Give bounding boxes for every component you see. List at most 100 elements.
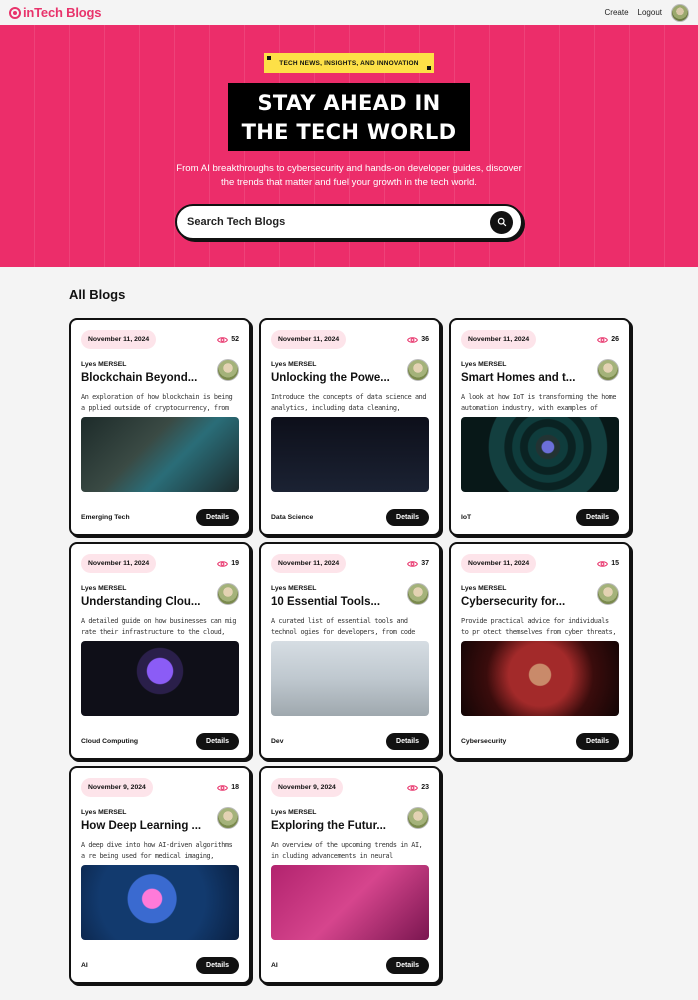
post-image — [81, 641, 239, 716]
brand-logo[interactable]: inTech Blogs — [9, 5, 101, 20]
post-title[interactable]: How Deep Learning ... — [81, 820, 209, 832]
post-title[interactable]: Cybersecurity for... — [461, 596, 589, 608]
date-badge: November 9, 2024 — [271, 778, 343, 797]
hero-title: STAY AHEAD IN THE TECH WORLD — [228, 83, 470, 151]
eye-icon — [217, 560, 229, 567]
section-title: All Blogs — [69, 287, 126, 302]
user-avatar[interactable] — [671, 3, 689, 22]
author-name: Lyes MERSEL — [81, 585, 127, 592]
post-excerpt: Introduce the concepts of data science a… — [271, 393, 427, 412]
view-count-value: 37 — [421, 560, 429, 567]
author-avatar — [597, 359, 619, 381]
post-excerpt: A deep dive into how AI-driven algorithm… — [81, 841, 233, 860]
post-title[interactable]: Smart Homes and t... — [461, 372, 589, 384]
post-title[interactable]: Unlocking the Powe... — [271, 372, 399, 384]
search-input[interactable] — [187, 216, 467, 228]
blog-card: November 11, 2024 36 Lyes MERSEL Unlocki… — [259, 318, 441, 536]
view-count-value: 19 — [231, 560, 239, 567]
date-badge: November 11, 2024 — [81, 330, 157, 349]
hero-description: From AI breakthroughs to cybersecurity a… — [176, 163, 522, 188]
author-avatar — [217, 359, 239, 381]
search-icon — [497, 217, 506, 227]
author-name: Lyes MERSEL — [461, 361, 507, 368]
details-button[interactable]: Details — [386, 957, 429, 974]
view-count-value: 18 — [231, 784, 239, 791]
brand-name: inTech Blogs — [23, 5, 102, 20]
create-link[interactable]: Create — [605, 8, 629, 17]
details-button[interactable]: Details — [386, 733, 429, 750]
eye-icon — [217, 784, 229, 791]
author-name: Lyes MERSEL — [81, 361, 127, 368]
post-excerpt: A curated list of essential tools and te… — [271, 617, 415, 636]
category-label: Dev — [271, 738, 284, 745]
eye-icon — [407, 784, 419, 791]
post-excerpt: A look at how IoT is transforming the ho… — [461, 393, 617, 412]
view-count: 37 — [407, 560, 429, 568]
author-avatar — [407, 359, 429, 381]
date-badge: November 11, 2024 — [271, 554, 347, 573]
blog-card: November 9, 2024 18 Lyes MERSEL How Deep… — [69, 766, 251, 984]
blog-card: November 11, 2024 26 Lyes MERSEL Smart H… — [449, 318, 631, 536]
category-label: Data Science — [271, 514, 314, 521]
author-name: Lyes MERSEL — [461, 585, 507, 592]
category-label: Emerging Tech — [81, 514, 130, 521]
search-button[interactable] — [490, 210, 513, 234]
post-excerpt: A detailed guide on how businesses can m… — [81, 617, 237, 636]
view-count-value: 26 — [611, 336, 619, 343]
eye-icon — [597, 336, 609, 343]
logout-link[interactable]: Logout — [638, 8, 662, 17]
author-avatar — [597, 583, 619, 605]
details-button[interactable]: Details — [386, 509, 429, 526]
hero-tag: TECH NEWS, INSIGHTS, AND INNOVATION — [264, 53, 434, 73]
details-button[interactable]: Details — [576, 509, 619, 526]
post-title[interactable]: Blockchain Beyond... — [81, 372, 209, 384]
eye-icon — [407, 336, 419, 343]
author-name: Lyes MERSEL — [271, 361, 317, 368]
post-title[interactable]: 10 Essential Tools... — [271, 596, 399, 608]
post-title[interactable]: Understanding Clou... — [81, 596, 209, 608]
hero-title-line-1: STAY AHEAD IN — [257, 91, 441, 115]
post-image — [461, 417, 619, 492]
details-button[interactable]: Details — [196, 957, 239, 974]
blog-card: November 9, 2024 23 Lyes MERSEL Explorin… — [259, 766, 441, 984]
author-avatar — [407, 583, 429, 605]
hero-title-line-2: THE TECH WORLD — [241, 120, 457, 144]
author-name: Lyes MERSEL — [271, 585, 317, 592]
date-badge: November 9, 2024 — [81, 778, 153, 797]
blog-card: November 11, 2024 52 Lyes MERSEL Blockch… — [69, 318, 251, 536]
hero-banner: TECH NEWS, INSIGHTS, AND INNOVATION STAY… — [0, 25, 698, 267]
author-name: Lyes MERSEL — [81, 809, 127, 816]
post-image — [271, 641, 429, 716]
date-badge: November 11, 2024 — [271, 330, 347, 349]
blog-card: November 11, 2024 19 Lyes MERSEL Underst… — [69, 542, 251, 760]
view-count-value: 36 — [421, 336, 429, 343]
eye-icon — [597, 560, 609, 567]
author-avatar — [217, 583, 239, 605]
logo-icon — [9, 6, 21, 19]
post-excerpt: Provide practical advice for individuals… — [461, 617, 617, 636]
post-excerpt: An overview of the upcoming trends in AI… — [271, 841, 423, 860]
details-button[interactable]: Details — [196, 733, 239, 750]
date-badge: November 11, 2024 — [461, 330, 537, 349]
author-avatar — [217, 807, 239, 829]
post-image — [81, 417, 239, 492]
date-badge: November 11, 2024 — [461, 554, 537, 573]
blog-card: November 11, 2024 15 Lyes MERSEL Cyberse… — [449, 542, 631, 760]
category-label: AI — [271, 962, 278, 969]
category-label: IoT — [461, 514, 472, 521]
post-excerpt: An exploration of how blockchain is bein… — [81, 393, 233, 412]
post-title[interactable]: Exploring the Futur... — [271, 820, 399, 832]
eye-icon — [407, 560, 419, 567]
navbar: inTech Blogs Create Logout — [0, 0, 698, 25]
view-count: 15 — [597, 560, 619, 568]
category-label: AI — [81, 962, 88, 969]
author-name: Lyes MERSEL — [271, 809, 317, 816]
view-count-value: 52 — [231, 336, 239, 343]
eye-icon — [217, 336, 229, 343]
category-label: Cybersecurity — [461, 738, 507, 745]
view-count-value: 23 — [421, 784, 429, 791]
details-button[interactable]: Details — [576, 733, 619, 750]
category-label: Cloud Computing — [81, 738, 139, 745]
view-count: 23 — [407, 784, 429, 792]
details-button[interactable]: Details — [196, 509, 239, 526]
